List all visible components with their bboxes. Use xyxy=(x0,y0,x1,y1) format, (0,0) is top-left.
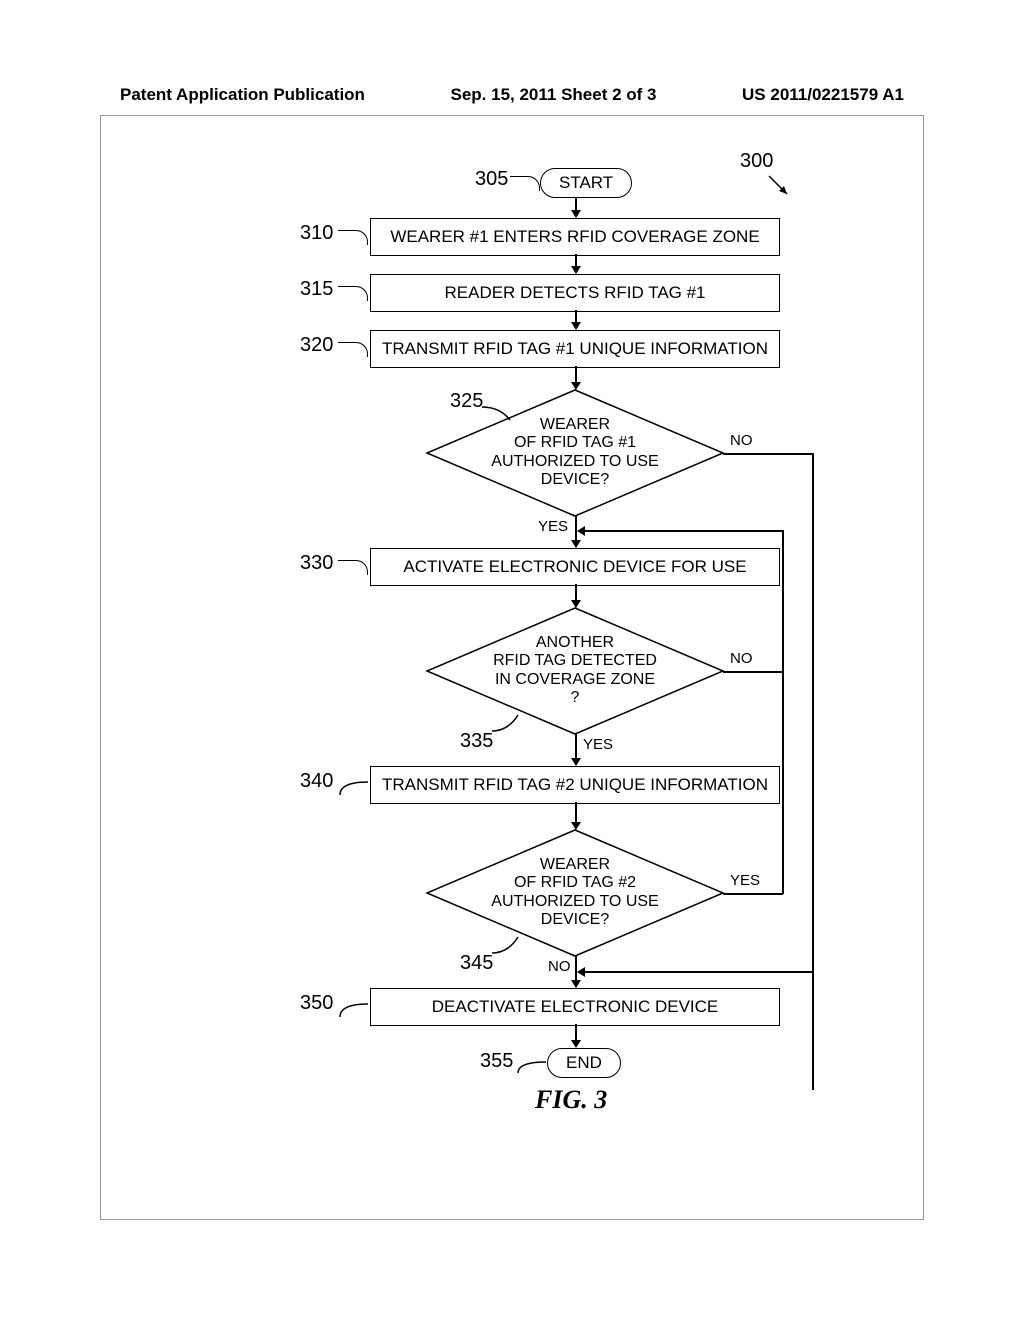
header-left: Patent Application Publication xyxy=(120,85,365,105)
process-320-text: TRANSMIT RFID TAG #1 UNIQUE INFORMATION xyxy=(382,339,768,358)
process-315: READER DETECTS RFID TAG #1 xyxy=(370,274,780,312)
process-340: TRANSMIT RFID TAG #2 UNIQUE INFORMATION xyxy=(370,766,780,804)
line-return-h-330 xyxy=(582,530,782,532)
start-text: START xyxy=(559,173,613,192)
ref-325-connector xyxy=(480,405,515,425)
ref-345-connector xyxy=(490,935,525,957)
line-325-no-h xyxy=(723,453,813,455)
ref-340: 340 xyxy=(300,770,333,793)
decision-345: WEARER OF RFID TAG #2 AUTHORIZED TO USE … xyxy=(425,828,725,958)
header-right: US 2011/0221579 A1 xyxy=(742,85,904,105)
ref-305-connector xyxy=(510,176,540,191)
process-330: ACTIVATE ELECTRONIC DEVICE FOR USE xyxy=(370,548,780,586)
line-345-yes-h xyxy=(723,893,783,895)
process-320: TRANSMIT RFID TAG #1 UNIQUE INFORMATION xyxy=(370,330,780,368)
line-merge-350-h xyxy=(582,971,813,973)
end-text: END xyxy=(566,1053,602,1072)
ref-320-connector xyxy=(338,342,368,357)
ref-325: 325 xyxy=(450,390,483,413)
decision-335-text: ANOTHER RFID TAG DETECTED IN COVERAGE ZO… xyxy=(485,634,665,708)
decision-335: ANOTHER RFID TAG DETECTED IN COVERAGE ZO… xyxy=(425,606,725,736)
arrow-305-310 xyxy=(571,210,581,218)
ref-330: 330 xyxy=(300,552,333,575)
decision-325-text: WEARER OF RFID TAG #1 AUTHORIZED TO USE … xyxy=(485,416,665,490)
label-345-no: NO xyxy=(548,958,571,975)
process-330-text: ACTIVATE ELECTRONIC DEVICE FOR USE xyxy=(403,557,746,576)
ref-345: 345 xyxy=(460,952,493,975)
ref-355-connector xyxy=(516,1060,550,1076)
process-310: WEARER #1 ENTERS RFID COVERAGE ZONE xyxy=(370,218,780,256)
ref-335-connector xyxy=(490,713,525,735)
line-325-no-v xyxy=(812,453,814,1090)
label-335-yes: YES xyxy=(583,736,613,753)
figure-label: FIG. 3 xyxy=(535,1085,607,1115)
ref-350: 350 xyxy=(300,992,333,1015)
label-325-yes: YES xyxy=(538,518,568,535)
label-335-no: NO xyxy=(730,650,753,667)
process-340-text: TRANSMIT RFID TAG #2 UNIQUE INFORMATION xyxy=(382,775,768,794)
terminal-end: END xyxy=(547,1048,621,1078)
process-310-text: WEARER #1 ENTERS RFID COVERAGE ZONE xyxy=(390,227,759,246)
arrow-345-no xyxy=(571,980,581,988)
process-350: DEACTIVATE ELECTRONIC DEVICE xyxy=(370,988,780,1026)
line-345-yes-v xyxy=(782,530,784,894)
arrow-335-yes xyxy=(571,758,581,766)
ref-335: 335 xyxy=(460,730,493,753)
arrow-315-320 xyxy=(571,322,581,330)
ref-320: 320 xyxy=(300,334,333,357)
ref-300: 300 xyxy=(740,150,773,173)
ref-310: 310 xyxy=(300,222,333,245)
ref-315: 315 xyxy=(300,278,333,301)
ref-330-connector xyxy=(338,560,368,575)
ref-355: 355 xyxy=(480,1050,513,1073)
arrow-310-315 xyxy=(571,266,581,274)
ref-340-connector xyxy=(338,780,372,798)
arrow-350-355 xyxy=(571,1040,581,1048)
ref-315-connector xyxy=(338,286,368,301)
ref-310-connector xyxy=(338,230,368,245)
process-315-text: READER DETECTS RFID TAG #1 xyxy=(444,283,705,302)
process-350-text: DEACTIVATE ELECTRONIC DEVICE xyxy=(432,997,719,1016)
arrow-325-yes xyxy=(571,540,581,548)
terminal-start: START xyxy=(540,168,632,198)
header-center: Sep. 15, 2011 Sheet 2 of 3 xyxy=(450,85,656,105)
label-345-yes: YES xyxy=(730,872,760,889)
line-335-no-h xyxy=(723,671,783,673)
page-header: Patent Application Publication Sep. 15, … xyxy=(0,85,1024,105)
decision-345-text: WEARER OF RFID TAG #2 AUTHORIZED TO USE … xyxy=(485,856,665,930)
label-325-no: NO xyxy=(730,432,753,449)
ref-305: 305 xyxy=(475,168,508,191)
ref-350-connector xyxy=(338,1002,372,1020)
ref-300-pointer xyxy=(765,172,795,202)
